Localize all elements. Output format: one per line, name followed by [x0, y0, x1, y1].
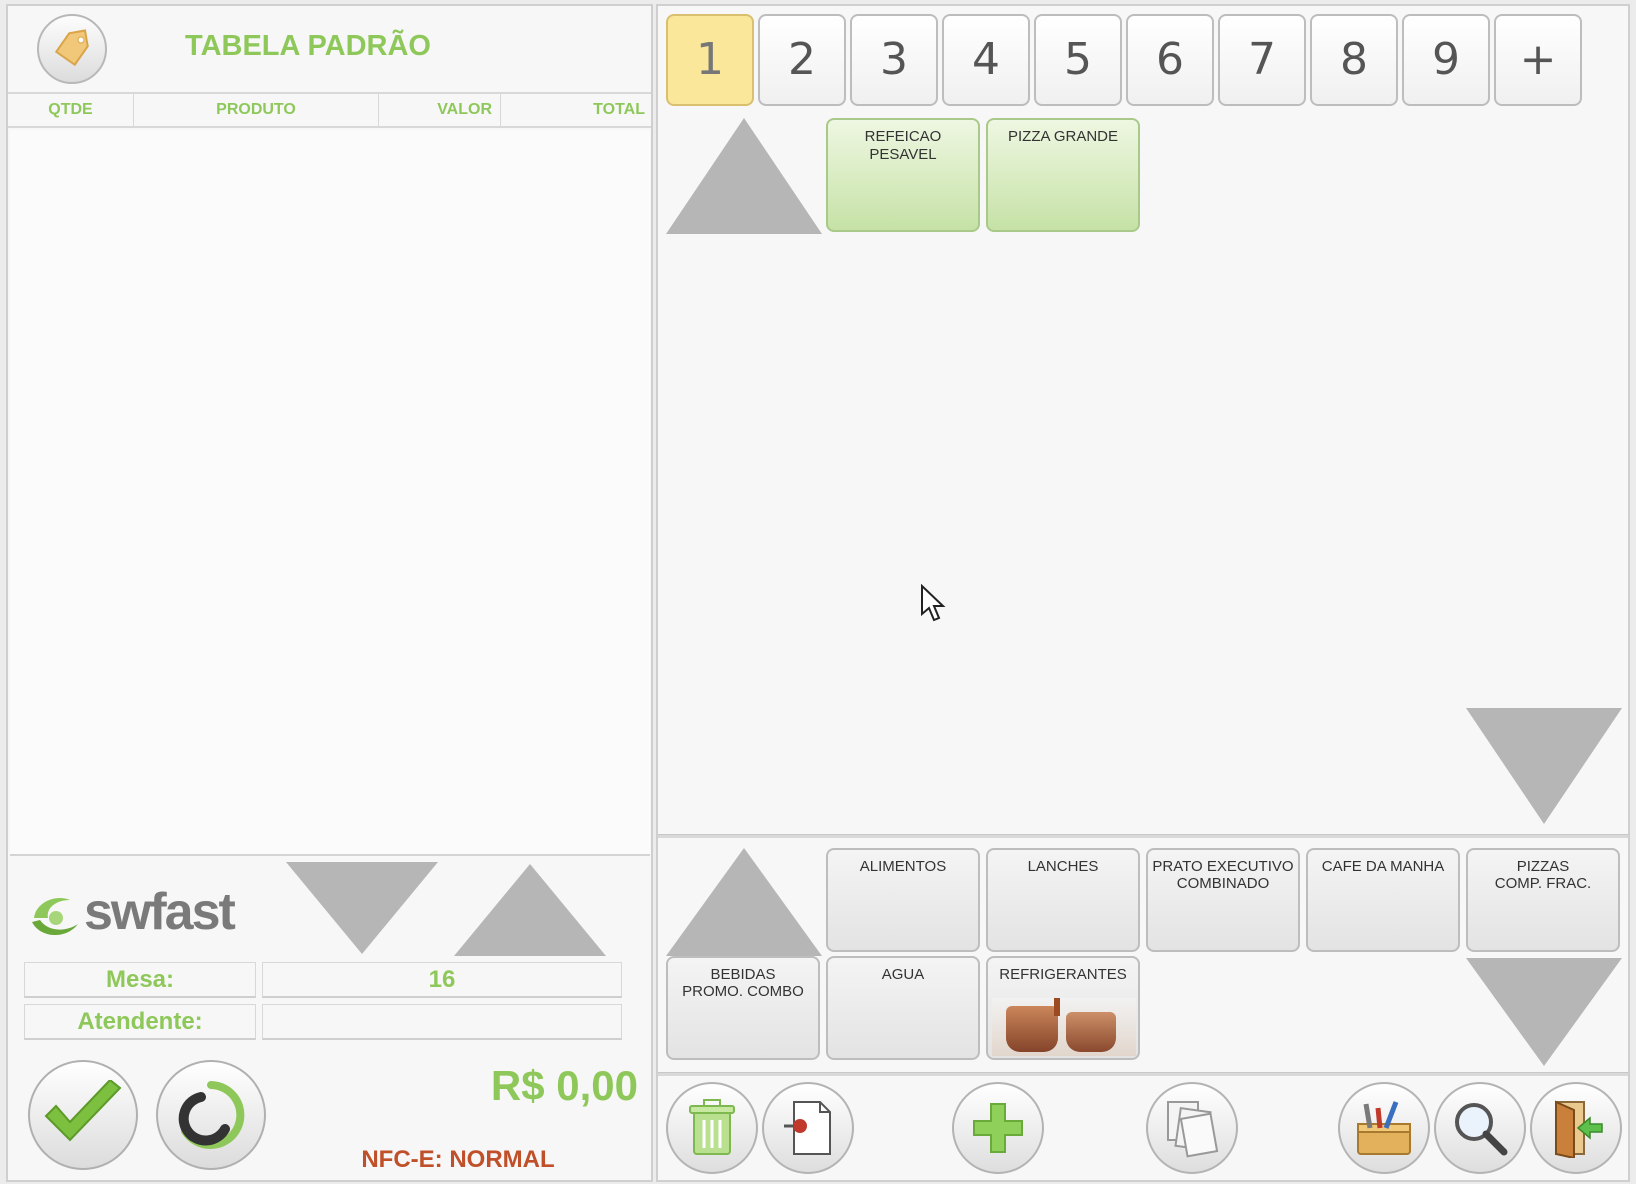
category-label: LANCHES	[1027, 858, 1099, 875]
page-tab-8[interactable]: 8	[1310, 14, 1398, 106]
category-label: ALIMENTOS	[859, 858, 947, 875]
product-button-refeicao-pesavel[interactable]: REFEICAO PESAVEL	[826, 118, 980, 232]
atendente-label: Atendente:	[24, 1004, 256, 1040]
column-header-produto: PRODUTO	[134, 92, 379, 128]
page-tab-2[interactable]: 2	[758, 14, 846, 106]
categories-scroll-down-button[interactable]	[1466, 958, 1622, 1066]
category-label: PIZZAS COMP. FRAC.	[1494, 858, 1592, 892]
category-label: PRATO EXECUTIVO COMBINADO	[1152, 858, 1294, 892]
exit-button[interactable]	[1530, 1082, 1622, 1174]
column-header-qtde: QTDE	[8, 92, 134, 128]
page-tab-6[interactable]: 6	[1126, 14, 1214, 106]
product-button-pizza-grande[interactable]: PIZZA GRANDE	[986, 118, 1140, 232]
page-tab-5[interactable]: 5	[1034, 14, 1122, 106]
atendente-value[interactable]	[262, 1004, 622, 1040]
product-label: REFEICAO PESAVEL	[864, 128, 942, 163]
separator	[658, 1072, 1628, 1076]
column-header-total: TOTAL	[501, 92, 651, 128]
category-label: CAFE DA MANHA	[1321, 858, 1445, 875]
refrigerantes-image	[992, 998, 1136, 1056]
order-items-list[interactable]	[10, 130, 650, 856]
column-header-valor: VALOR	[379, 92, 501, 128]
search-button[interactable]	[1434, 1082, 1526, 1174]
mesa-label: Mesa:	[24, 962, 256, 998]
products-scroll-up-button[interactable]	[666, 118, 822, 234]
category-button-alimentos[interactable]: ALIMENTOS	[826, 848, 980, 952]
category-button-prato-executivo[interactable]: PRATO EXECUTIVO COMBINADO	[1146, 848, 1300, 952]
exit-door-icon	[1555, 1100, 1603, 1158]
pos-window: TABELA PADRÃO QTDE PRODUTO VALOR TOTAL s…	[0, 0, 1636, 1184]
price-table-button[interactable]	[37, 14, 107, 84]
category-button-cafe-da-manha[interactable]: CAFE DA MANHA	[1306, 848, 1460, 952]
category-button-lanches[interactable]: LANCHES	[986, 848, 1140, 952]
price-table-title: TABELA PADRÃO	[185, 30, 431, 62]
copy-button[interactable]	[1146, 1082, 1238, 1174]
add-page-tab[interactable]: +	[1494, 14, 1582, 106]
categories-scroll-up-button[interactable]	[666, 848, 822, 956]
tag-icon	[54, 29, 89, 67]
brand-name: swfast	[84, 883, 236, 941]
toolbox-icon	[1357, 1101, 1411, 1155]
document-button[interactable]	[762, 1082, 854, 1174]
confirm-button[interactable]	[28, 1060, 138, 1170]
delete-button[interactable]	[666, 1082, 758, 1174]
category-label: REFRIGERANTES	[999, 966, 1127, 983]
swirl-refresh-icon	[178, 1081, 245, 1149]
category-button-refrigerantes[interactable]: REFRIGERANTES	[986, 956, 1140, 1060]
page-tab-3[interactable]: 3	[850, 14, 938, 106]
scroll-down-button[interactable]	[286, 862, 438, 954]
products-scroll-down-button[interactable]	[1466, 708, 1622, 824]
separator	[658, 834, 1628, 838]
nfce-status: NFC-E: NORMAL	[361, 1146, 555, 1173]
copy-pages-icon	[1167, 1101, 1219, 1158]
checkmark-icon	[44, 1080, 122, 1142]
page-tab-4[interactable]: 4	[942, 14, 1030, 106]
scroll-up-button[interactable]	[454, 864, 606, 956]
category-button-bebidas[interactable]: BEBIDAS PROMO. COMBO	[666, 956, 820, 1060]
category-button-agua[interactable]: AGUA	[826, 956, 980, 1060]
page-tab-9[interactable]: 9	[1402, 14, 1490, 106]
swfast-logo: swfast	[26, 878, 256, 948]
page-tab-7[interactable]: 7	[1218, 14, 1306, 106]
tools-button[interactable]	[1338, 1082, 1430, 1174]
product-label: PIZZA GRANDE	[1007, 128, 1119, 145]
document-pin-icon	[784, 1101, 831, 1155]
mesa-value[interactable]: 16	[262, 962, 622, 998]
refresh-button[interactable]	[156, 1060, 266, 1170]
magnifier-icon	[1455, 1103, 1508, 1156]
catalog-panel: 1 2 3 4 5 6 7 8 9 + REFEICAO PESAVEL PIZZA GRANDE…	[656, 4, 1630, 1182]
page-tab-1[interactable]: 1	[666, 14, 754, 106]
order-total: R$ 0,00	[490, 1062, 638, 1109]
category-button-pizzas[interactable]: PIZZAS COMP. FRAC.	[1466, 848, 1620, 952]
order-panel: TABELA PADRÃO QTDE PRODUTO VALOR TOTAL s…	[6, 4, 653, 1182]
plus-icon	[973, 1103, 1023, 1153]
category-label: BEBIDAS PROMO. COMBO	[682, 966, 804, 1000]
trash-icon	[689, 1099, 735, 1155]
mouse-cursor-icon	[921, 584, 946, 622]
swfast-logo-mark	[32, 898, 78, 936]
category-label: AGUA	[881, 966, 925, 983]
add-button[interactable]	[952, 1082, 1044, 1174]
